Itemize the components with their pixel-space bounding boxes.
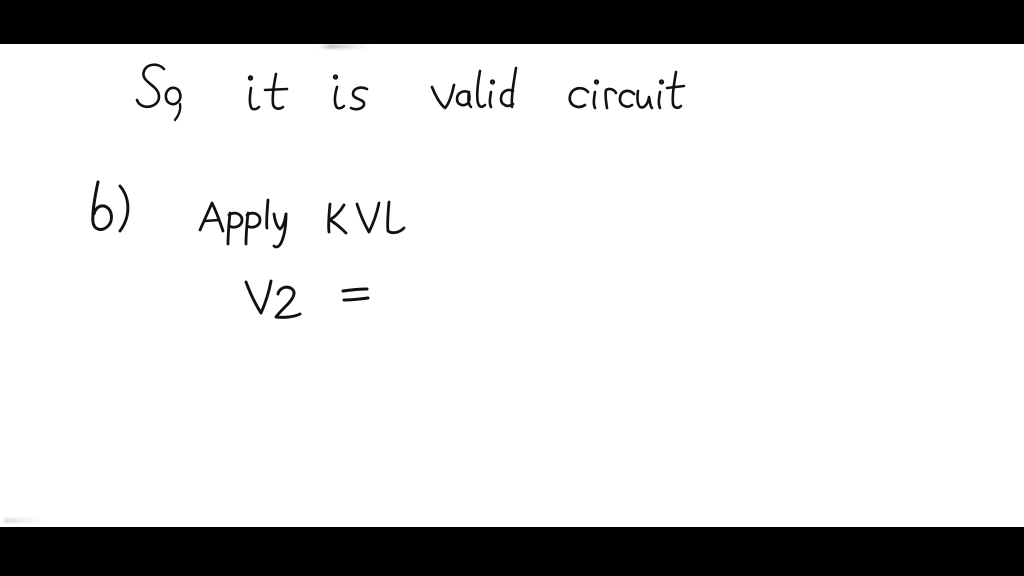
handwritten-word-it: [240, 66, 298, 118]
letterbox-top: [0, 0, 1024, 44]
screenshot-root: [0, 0, 1024, 576]
handwritten-word-kvl: [325, 192, 407, 244]
handwritten-word-circuit: [566, 58, 686, 120]
handwritten-equals-sign: [340, 282, 374, 312]
handwritten-label-b: [84, 176, 144, 238]
handwritten-word-is: [327, 66, 379, 118]
handwritten-word-so: [133, 60, 195, 122]
handwritten-word-apply: [196, 190, 296, 252]
handwritten-expression-v2: [240, 272, 312, 328]
scan-artifact-top: [318, 44, 370, 49]
handwritten-page: [0, 44, 1024, 527]
scan-artifact-bottom: [4, 518, 44, 523]
letterbox-bottom: [0, 527, 1024, 576]
handwritten-word-valid: [428, 62, 522, 118]
